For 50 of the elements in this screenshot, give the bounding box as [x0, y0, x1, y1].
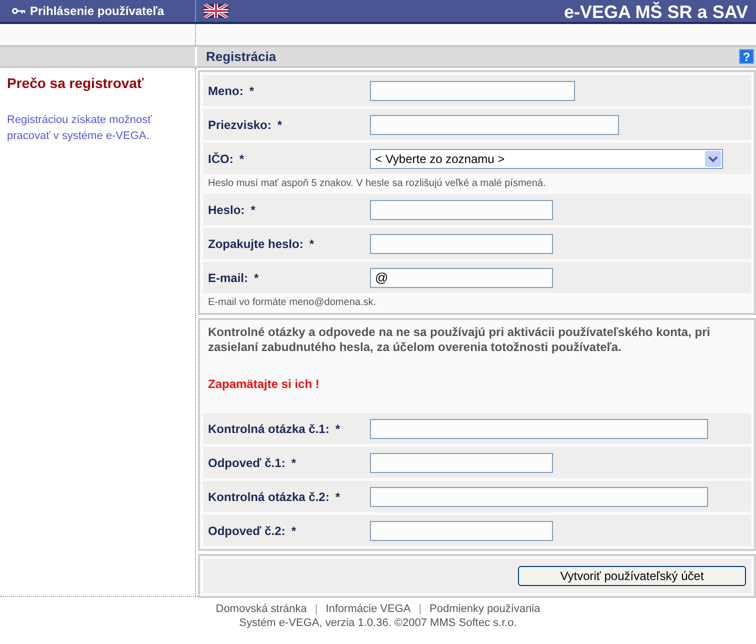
- copyright-text: Systém e-VEGA, verzia 1.0.36. ©2007 MMS Softec s.r.o.: [239, 616, 517, 630]
- section-title: Registrácia: [206, 48, 276, 66]
- input-field[interactable]: [370, 114, 619, 134]
- sidebar-text: Registráciou získate možnosť pracovať v systéme e-VEGA.: [7, 113, 153, 144]
- select-field[interactable]: < Vyberte zo zoznamu >: [370, 148, 723, 168]
- key-icon: [12, 7, 26, 15]
- field-label: Zopakujte heslo:: [208, 236, 304, 252]
- field-label: Kontrolná otázka č.1:: [208, 420, 330, 438]
- footer-link[interactable]: Informácie VEGA: [326, 602, 411, 616]
- field-label: Odpoveď č.2:: [208, 522, 286, 540]
- required-mark: *: [335, 420, 340, 438]
- field-label: Heslo:: [208, 202, 245, 218]
- required-mark: *: [250, 202, 256, 218]
- input-field[interactable]: [370, 200, 553, 220]
- help-button[interactable]: ?: [739, 49, 754, 64]
- required-mark: *: [277, 116, 282, 134]
- separator: |: [314, 602, 318, 616]
- hint-text: Heslo musí mať aspoň 5 znakov. V hesle sa rozlišujú veľké a malé písmená.: [207, 177, 547, 191]
- required-mark: *: [239, 150, 244, 168]
- create-account-button[interactable]: Vytvoriť používateľský účet: [518, 566, 746, 586]
- site-title: e-VEGA MŠ SR a SAV: [564, 0, 748, 22]
- field-label: IČO:: [208, 150, 234, 168]
- footer-link[interactable]: Domovská stránka: [216, 602, 307, 616]
- required-mark: *: [291, 522, 296, 540]
- required-mark: *: [249, 82, 254, 100]
- footer-link[interactable]: Podmienky používania: [430, 602, 540, 616]
- required-mark: *: [335, 488, 340, 506]
- input-field[interactable]: [370, 452, 553, 472]
- flag-icon[interactable]: [204, 4, 228, 18]
- input-field[interactable]: [370, 80, 575, 100]
- select-value: < Vyberte zo zoznamu >: [375, 150, 505, 168]
- warning-text: Zapamätajte si ich !: [207, 376, 320, 393]
- field-label: Meno:: [208, 82, 244, 100]
- field-label: Priezvisko:: [208, 116, 272, 134]
- login-link[interactable]: Prihlásenie používateľa: [30, 2, 164, 20]
- field-label: Kontrolná otázka č.2:: [208, 488, 330, 506]
- input-field[interactable]: [370, 418, 708, 438]
- info-text: Kontrolné otázky a odpovede na ne sa používajú pri aktivácii používateľského konta, pri zasielaní zabudnutého hesla, za účelom overenia totožnosti používateľa.: [207, 324, 712, 355]
- input-field[interactable]: [370, 486, 708, 506]
- required-mark: *: [309, 236, 314, 252]
- input-field[interactable]: @: [370, 268, 553, 288]
- sidebar-heading: Prečo sa registrovať: [7, 74, 145, 93]
- input-field[interactable]: [370, 520, 553, 540]
- field-label: E-mail:: [208, 270, 248, 286]
- field-label: Odpoveď č.1:: [208, 454, 286, 472]
- input-field[interactable]: [370, 234, 553, 254]
- required-mark: *: [291, 454, 296, 472]
- required-mark: *: [254, 270, 259, 286]
- hint-text: E-mail vo formáte meno@domena.sk.: [207, 296, 377, 310]
- separator: |: [418, 602, 422, 616]
